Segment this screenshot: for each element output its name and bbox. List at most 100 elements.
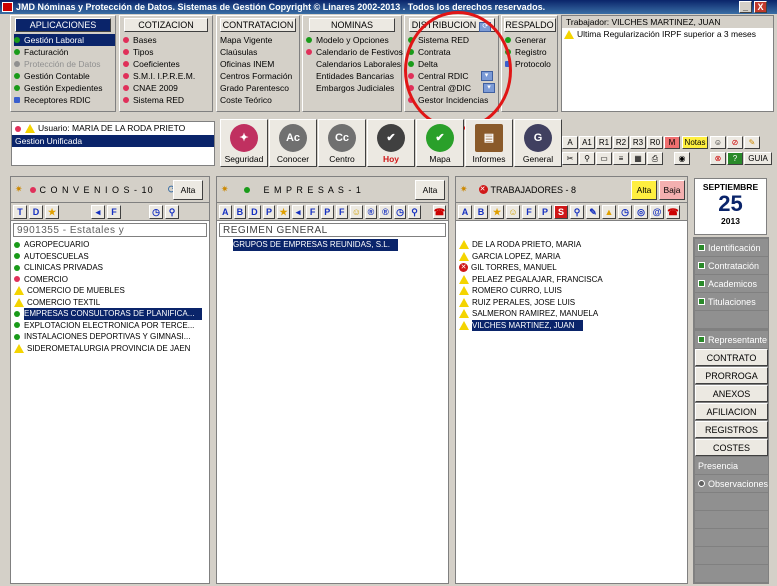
sidebar-empty-5[interactable]	[695, 547, 768, 564]
cotizacion-header[interactable]: COTIZACION	[124, 18, 208, 32]
search-icon[interactable]: ⚲	[165, 204, 179, 219]
sidebar-empty-1[interactable]	[695, 311, 768, 328]
list-item[interactable]: SALMERON RAMIREZ, MANUELA	[459, 308, 687, 320]
menu-item-mapa-vigente[interactable]: Mapa Vigente	[220, 34, 299, 46]
sidebar-titulaciones[interactable]: Titulaciones	[695, 293, 768, 310]
globe-icon[interactable]: ◎	[634, 204, 648, 219]
distribucion-header[interactable]: DISTRIBUCION ⟳	[408, 18, 495, 32]
tool-p[interactable]: P	[262, 204, 276, 219]
menu-item-bases[interactable]: Bases	[123, 34, 212, 46]
clock-icon[interactable]: ◷	[149, 204, 163, 219]
trabajador-alert[interactable]: Ultima Regularización IRPF superior a 3 …	[562, 28, 773, 41]
tool-p2[interactable]: P	[320, 204, 334, 219]
close-button[interactable]: X	[754, 1, 767, 13]
guia-button[interactable]: GUIA	[744, 152, 772, 165]
warning-tool-icon[interactable]: ▲	[602, 204, 616, 219]
tool-icon-1[interactable]: ✂	[562, 152, 578, 165]
tool-b[interactable]: B	[233, 204, 247, 219]
tool-a1[interactable]: A1	[579, 136, 595, 149]
menu-item-facturacion[interactable]: Facturación	[14, 46, 115, 58]
menu-item-centros-formacion[interactable]: Centros Formación	[220, 70, 299, 82]
list-item[interactable]: ✕ GIL TORRES, MANUEL	[459, 262, 687, 274]
list-item[interactable]: COMERCIO	[14, 274, 209, 286]
phone-icon[interactable]: ☎	[432, 204, 447, 219]
arrow-icon[interactable]: ◂	[91, 204, 105, 219]
star-icon[interactable]: ★	[45, 204, 59, 219]
star-icon[interactable]: ★	[490, 204, 504, 219]
menu-item-smi-iprem[interactable]: S.M.I. I.P.R.E.M.	[123, 70, 212, 82]
respaldo-header[interactable]: RESPALDO	[503, 18, 556, 32]
registered-icon-2[interactable]: ®	[379, 204, 392, 219]
list-item[interactable]: INSTALACIONES DEPORTIVAS Y GIMNASI...	[14, 331, 209, 343]
list-item[interactable]: VILCHES MARTINEZ, JUAN	[459, 319, 687, 331]
tool-m[interactable]: M	[664, 136, 680, 149]
menu-item-entidades-bancarias[interactable]: Entidades Bancarias	[306, 70, 401, 82]
menu-item-oficinas-inem[interactable]: Oficinas INEM	[220, 58, 299, 70]
menu-item-contrata[interactable]: Contrata	[408, 46, 498, 58]
sidebar-presencia[interactable]: Presencia	[695, 457, 768, 474]
menu-item-tipos[interactable]: Tipos	[123, 46, 212, 58]
list-item[interactable]: AUTOESCUELAS	[14, 251, 209, 263]
star-icon[interactable]: ★	[277, 204, 290, 219]
database-icon[interactable]: ≡	[613, 152, 629, 165]
tool-r3[interactable]: R3	[630, 136, 646, 149]
sidebar-empty-6[interactable]	[695, 565, 768, 582]
list-item[interactable]: EMPRESAS CONSULTORAS DE PLANIFICA...	[14, 308, 209, 320]
at-icon[interactable]: @	[650, 204, 664, 219]
minimize-button[interactable]: _	[739, 1, 752, 13]
list-item[interactable]: COMERCIO TEXTIL	[14, 297, 209, 309]
prorroga-button[interactable]: PRORROGA	[695, 367, 768, 384]
tool-a[interactable]: A	[219, 204, 232, 219]
tool-s[interactable]: S	[554, 204, 568, 219]
menu-item-gestion-contable[interactable]: Gestión Contable	[14, 70, 115, 82]
menu-item-grado-parentesco[interactable]: Grado Parentesco	[220, 82, 299, 94]
hoy-button[interactable]: ✔ Hoy	[367, 119, 415, 167]
menu-item-clausulas[interactable]: Claúsulas	[220, 46, 299, 58]
stop-icon[interactable]: ⊗	[710, 152, 726, 165]
menu-item-protocolo[interactable]: Protocolo	[505, 58, 557, 70]
seguridad-button[interactable]: ✦ Seguridad	[220, 119, 268, 167]
tool-f[interactable]: F	[522, 204, 536, 219]
convenios-filter[interactable]: 9901355 - Estatales y	[13, 223, 207, 237]
tool-f[interactable]: F	[306, 204, 319, 219]
menu-item-embargos-judiciales[interactable]: Embargos Judiciales	[306, 82, 401, 94]
empresas-filter[interactable]: REGIMEN GENERAL	[219, 223, 446, 237]
smiley-icon[interactable]: ☺	[350, 204, 363, 219]
menu-item-gestor-incidencias[interactable]: Gestor Incidencias	[408, 94, 498, 106]
search-icon[interactable]: ⚲	[408, 204, 421, 219]
menu-item-generar[interactable]: Generar	[505, 34, 557, 46]
menu-item-delta[interactable]: Delta	[408, 58, 498, 70]
mapa-button[interactable]: ✔ Mapa	[416, 119, 464, 167]
menu-item-registro[interactable]: Registro	[505, 46, 557, 58]
notas-button[interactable]: Notas	[682, 136, 708, 149]
contratacion-header[interactable]: CONTRATACION	[220, 18, 296, 32]
person-icon[interactable]: ☺	[710, 136, 726, 149]
list-item[interactable]: SIDEROMETALURGIA PROVINCIA DE JAEN	[14, 343, 209, 355]
list-item[interactable]: CLINICAS PRIVADAS	[14, 262, 209, 274]
centro-button[interactable]: Cc Centro	[318, 119, 366, 167]
smiley-icon[interactable]: ☺	[506, 204, 520, 219]
tool-r0[interactable]: R0	[647, 136, 663, 149]
menu-item-calendarios-laborales[interactable]: Calendarios Laborales	[306, 58, 401, 70]
calendar-widget[interactable]: SEPTIEMBRE 25 2013	[694, 178, 767, 235]
sidebar-empty-4[interactable]	[695, 529, 768, 546]
tool-r2[interactable]: R2	[613, 136, 629, 149]
help-icon[interactable]: ?	[727, 152, 743, 165]
dropdown-icon[interactable]: ▾	[480, 71, 493, 81]
nominas-header[interactable]: NOMINAS	[309, 18, 395, 32]
informes-button[interactable]: ▤ Informes	[465, 119, 513, 167]
tool-f2[interactable]: F	[335, 204, 349, 219]
sun-icon[interactable]: ✷	[460, 184, 469, 195]
trabajadores-alta-button[interactable]: Alta	[631, 180, 657, 200]
menu-item-dist-sistema-red[interactable]: Sistema RED	[408, 34, 498, 46]
key-tool-icon[interactable]: ✎	[744, 136, 760, 149]
tool-r1[interactable]: R1	[596, 136, 612, 149]
clock-icon[interactable]: ◷	[393, 204, 407, 219]
trabajadores-filter[interactable]	[458, 223, 685, 237]
sidebar-contratacion[interactable]: Contratación	[695, 257, 768, 274]
anexos-button[interactable]: ANEXOS	[695, 385, 768, 402]
sidebar-observaciones[interactable]: Observaciones	[695, 475, 768, 492]
costes-button[interactable]: COSTES	[695, 439, 768, 456]
search-icon[interactable]: ⚲	[570, 204, 584, 219]
sidebar-academicos[interactable]: Academicos	[695, 275, 768, 292]
